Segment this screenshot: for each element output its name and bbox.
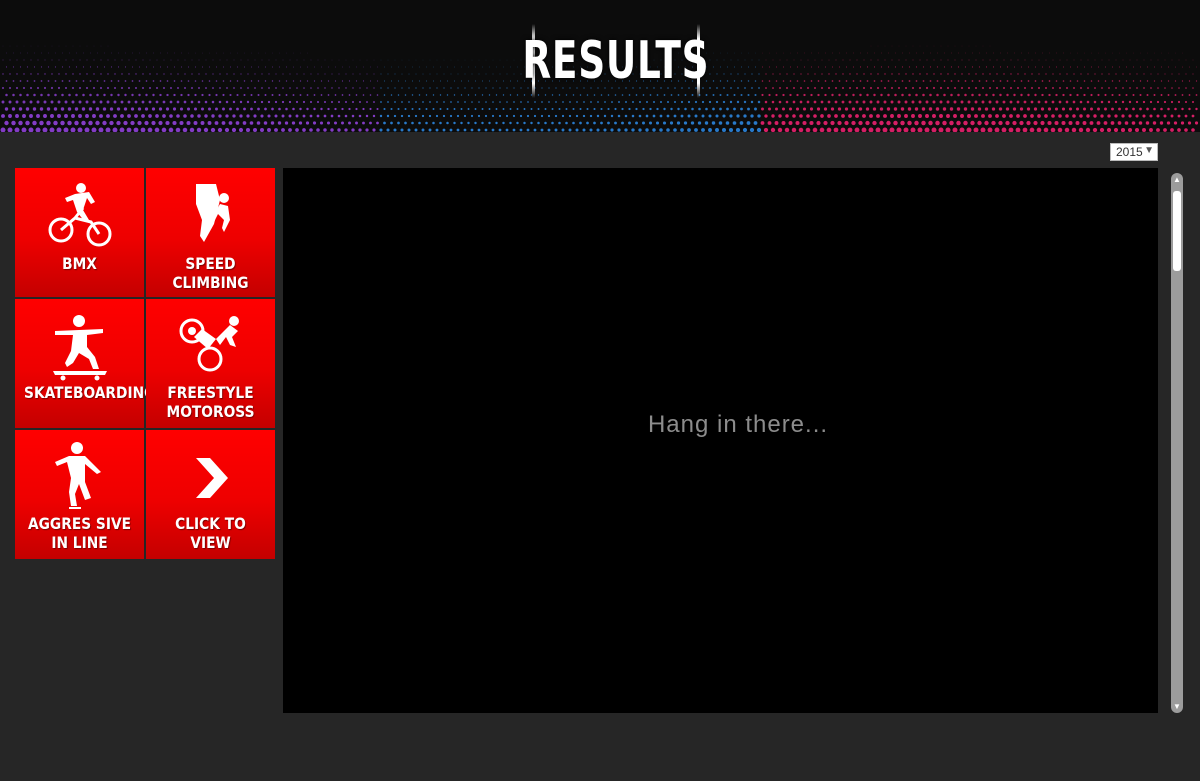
climber-icon	[146, 180, 275, 250]
tile-click-to-view[interactable]: CLICK TO VIEW	[146, 430, 275, 559]
scrollbar-thumb[interactable]	[1173, 191, 1181, 271]
tile-label: BMX	[62, 254, 97, 273]
inline-skater-icon	[15, 442, 144, 512]
tile-label: FREESTYLE MOTOROSS	[166, 383, 255, 421]
tile-freestyle-motocross[interactable]: FREESTYLE MOTOROSS	[146, 299, 275, 428]
scrollbar[interactable]: ▲ ▼	[1171, 173, 1183, 713]
results-panel: Hang in there...	[283, 168, 1158, 713]
scroll-down-arrow-icon[interactable]: ▼	[1171, 702, 1183, 711]
skateboarder-icon	[15, 311, 144, 381]
header-banner: RESULTS	[0, 0, 1200, 132]
motocross-icon	[146, 311, 275, 381]
sport-tiles-grid: BMX SPEED CLIMBING SKATEBOARDING FREESTY…	[15, 168, 275, 559]
tile-label: SKATEBOARDING	[24, 383, 156, 402]
chevron-right-icon	[146, 442, 275, 512]
chevron-down-icon: ▼	[1144, 145, 1154, 156]
tile-label: AGGRES SIVE IN LINE	[27, 514, 132, 552]
tile-bmx[interactable]: BMX	[15, 168, 144, 297]
year-select-value: 2015	[1116, 145, 1143, 159]
tile-skateboarding[interactable]: SKATEBOARDING	[15, 299, 156, 428]
scroll-up-arrow-icon[interactable]: ▲	[1171, 175, 1183, 184]
tile-label: CLICK TO VIEW	[175, 514, 246, 552]
tile-speed-climbing[interactable]: SPEED CLIMBING	[146, 168, 275, 297]
title-frame: RESULTS	[523, 24, 709, 98]
year-select[interactable]: 2015 ▼	[1110, 143, 1158, 161]
title-bar-right	[697, 24, 700, 98]
tile-aggressive-inline[interactable]: AGGRES SIVE IN LINE	[15, 430, 144, 559]
page-title: RESULTS	[522, 31, 710, 91]
tile-label: SPEED CLIMBING	[172, 254, 249, 292]
loading-message: Hang in there...	[647, 411, 829, 438]
bmx-rider-icon	[15, 180, 144, 250]
